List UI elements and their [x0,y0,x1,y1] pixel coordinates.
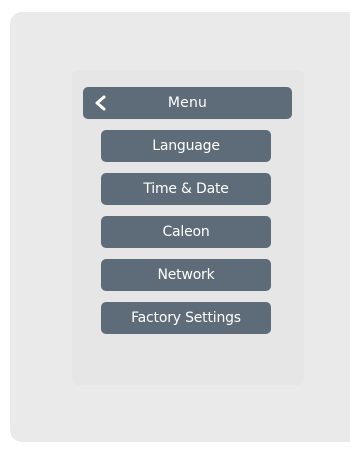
menu-item-factory-settings[interactable]: Factory Settings [101,302,271,334]
menu-item-network[interactable]: Network [101,259,271,291]
menu-item-time-date[interactable]: Time & Date [101,173,271,205]
menu-item-caleon[interactable]: Caleon [101,216,271,248]
chevron-left-icon[interactable] [92,94,110,112]
menu-item-language[interactable]: Language [101,130,271,162]
menu-title: Menu [167,95,208,111]
menu-header-back-button[interactable]: Menu [83,87,292,119]
